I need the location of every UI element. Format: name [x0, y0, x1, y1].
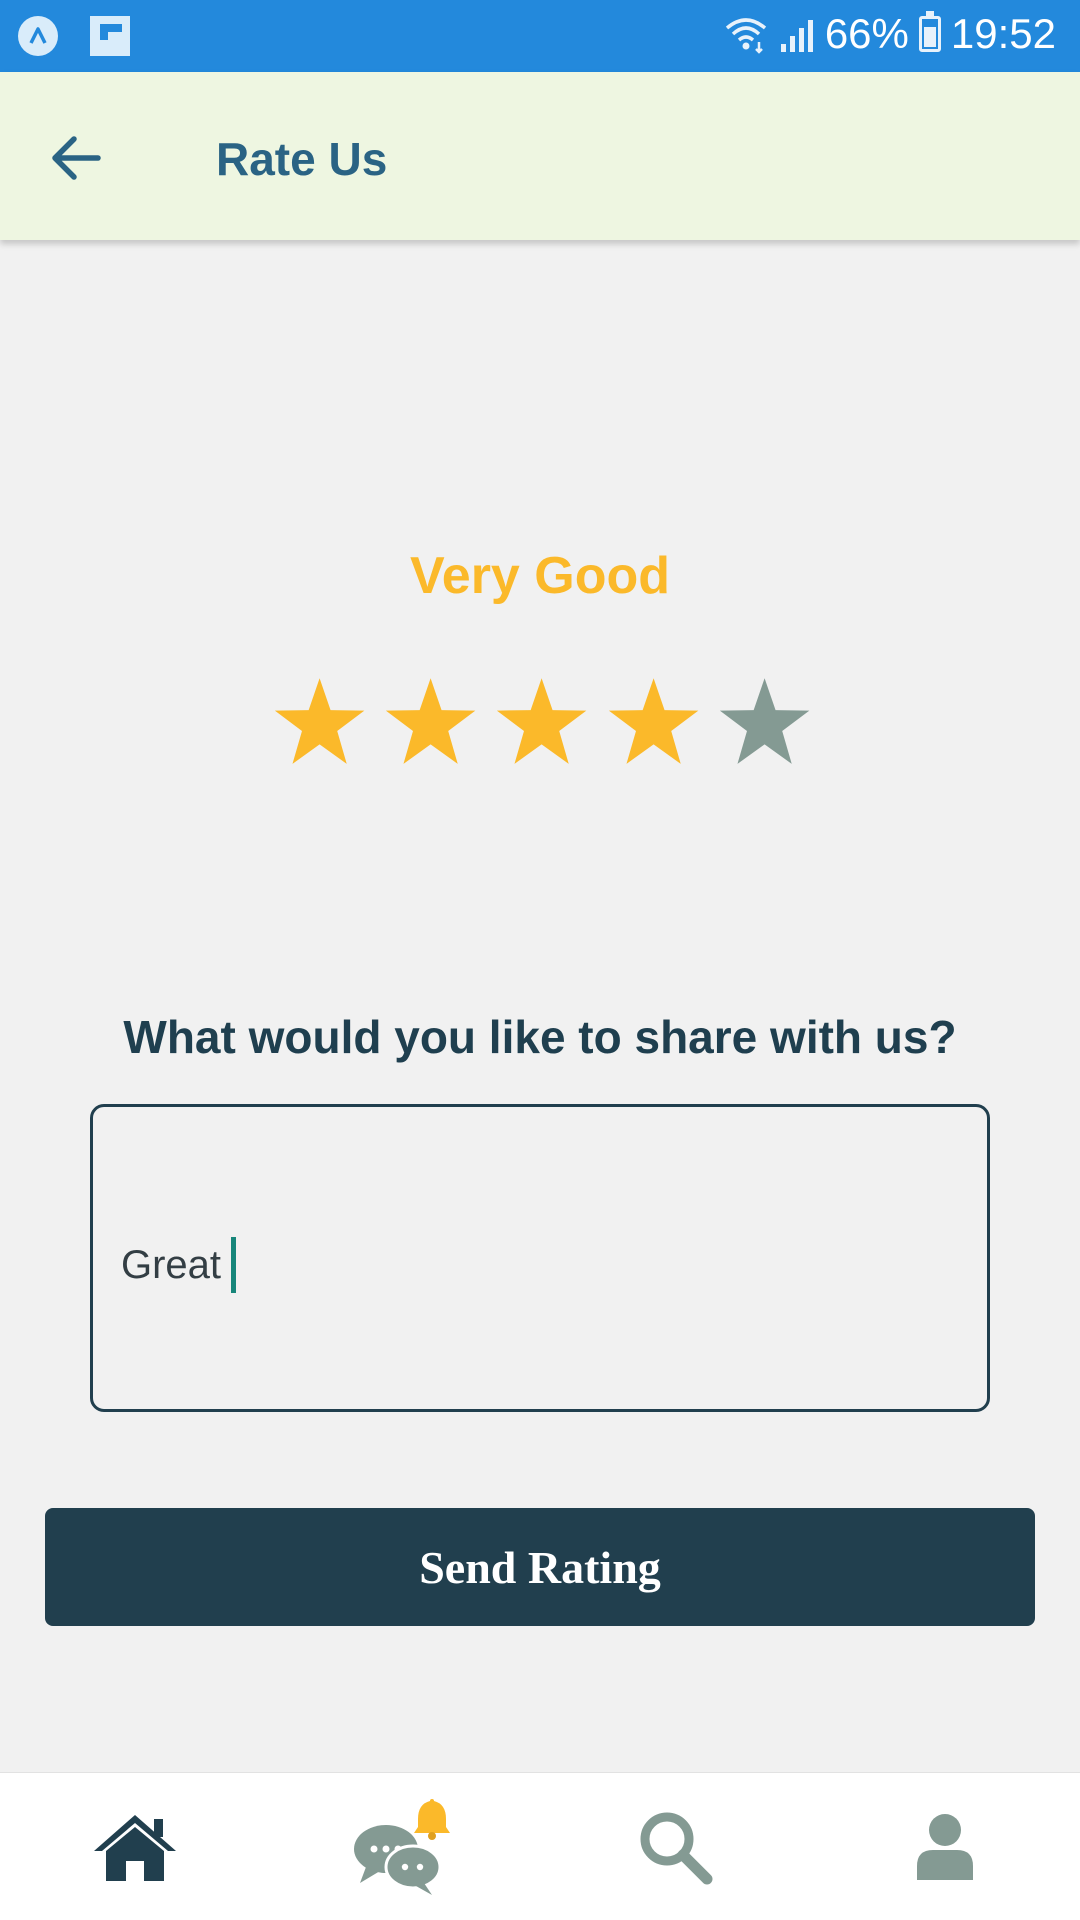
app-bar: Rate Us: [0, 72, 1080, 240]
battery-icon: [918, 11, 941, 52]
star-empty-icon[interactable]: [717, 674, 812, 770]
star-filled-icon[interactable]: [383, 674, 478, 770]
bottom-navigation: [0, 1772, 1080, 1920]
star-rating[interactable]: [272, 674, 812, 770]
feedback-input-content: Great: [121, 1237, 237, 1293]
profile-icon: [917, 1814, 973, 1880]
nav-item-profile[interactable]: [810, 1773, 1080, 1920]
nav-item-home[interactable]: [0, 1773, 270, 1920]
clock: 19:52: [950, 10, 1056, 57]
star-filled-icon[interactable]: [606, 674, 701, 770]
page-title: Rate Us: [216, 133, 388, 185]
nav-item-messages[interactable]: [270, 1773, 540, 1920]
status-bar-notifications: [18, 16, 130, 56]
feedback-input-value: Great: [121, 1242, 222, 1287]
text-cursor: [231, 1237, 237, 1293]
arrow-left-icon: [52, 136, 101, 180]
status-bar-system: 66% 19:52: [723, 10, 1056, 58]
back-button[interactable]: [44, 126, 108, 190]
battery-percent: 66%: [824, 10, 909, 57]
app-a-icon: [18, 16, 58, 56]
home-icon: [94, 1815, 176, 1881]
wifi-icon: [725, 18, 766, 54]
nav-item-search[interactable]: [540, 1773, 810, 1920]
star-filled-icon[interactable]: [494, 674, 589, 770]
feedback-question: What would you like to share with us?: [123, 1011, 957, 1063]
search-icon: [640, 1812, 713, 1885]
signal-icon: [780, 20, 813, 52]
status-bar: 66% 19:52: [0, 0, 1080, 72]
feedback-input[interactable]: Great: [90, 1104, 990, 1412]
send-rating-button[interactable]: Send Rating: [45, 1508, 1035, 1626]
notification-bell-icon: [414, 1799, 450, 1840]
flipboard-icon: [90, 16, 130, 56]
rating-label: Very Good: [409, 547, 671, 605]
star-filled-icon[interactable]: [272, 674, 367, 770]
chat-notification-icon: [354, 1799, 450, 1895]
